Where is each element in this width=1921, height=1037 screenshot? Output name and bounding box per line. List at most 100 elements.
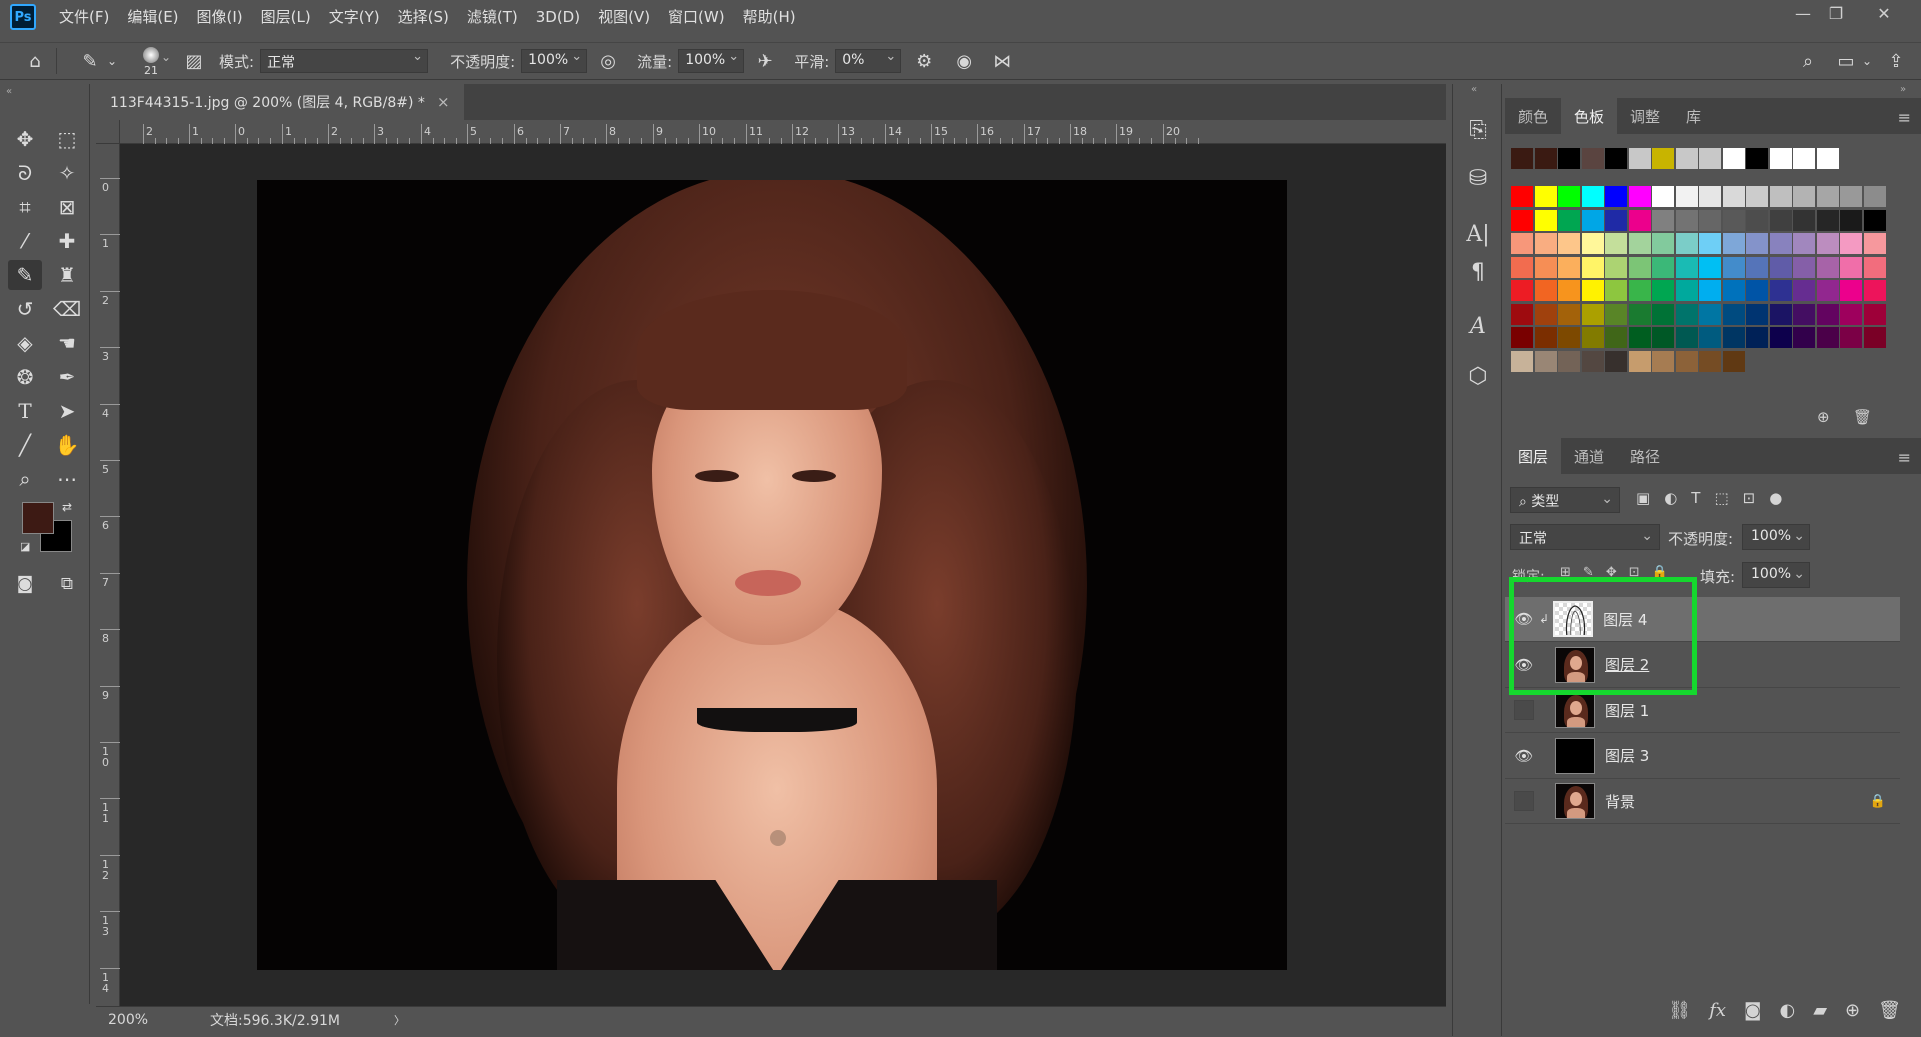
menu-item[interactable]: 窗口(W)	[659, 0, 734, 34]
brush-preset-icon[interactable]: ✎	[75, 46, 105, 76]
more-tools-icon[interactable]: ⋯	[50, 464, 84, 494]
search-icon[interactable]: ⌕	[1793, 46, 1823, 76]
default-colors-icon[interactable]: ◪	[20, 540, 30, 553]
adjustment-filter-icon[interactable]: ◐	[1664, 489, 1677, 507]
color-swatch[interactable]	[1605, 280, 1627, 301]
blend-mode-select[interactable]: 正常 ⌄	[1510, 524, 1660, 550]
color-swatch[interactable]	[1699, 233, 1721, 254]
delete-layer-icon[interactable]: 🗑	[1878, 1000, 1901, 1021]
color-swatch[interactable]	[1863, 233, 1886, 254]
history-panel-icon[interactable]: ⎘	[1461, 114, 1495, 146]
glyphs-panel-icon[interactable]: A	[1461, 310, 1495, 342]
visibility-off-icon[interactable]	[1514, 791, 1534, 811]
pen-tool-icon[interactable]: ✒	[50, 362, 84, 392]
color-swatch[interactable]	[1605, 186, 1627, 207]
recent-swatch[interactable]	[1652, 148, 1674, 169]
color-swatch[interactable]	[1816, 256, 1839, 278]
tab-swatches_panel-1[interactable]: 色板	[1561, 98, 1618, 134]
document-image[interactable]	[257, 180, 1287, 970]
color-swatch[interactable]	[1628, 209, 1651, 231]
crop-tool-icon[interactable]: ⌗	[8, 192, 42, 222]
visibility-off-icon[interactable]	[1514, 700, 1534, 720]
color-swatch[interactable]	[1628, 280, 1651, 301]
color-swatch[interactable]	[1699, 327, 1721, 348]
color-swatch[interactable]	[1628, 350, 1651, 372]
color-swatch[interactable]	[1558, 256, 1580, 278]
color-swatch[interactable]	[1746, 280, 1768, 301]
color-swatch[interactable]	[1628, 233, 1651, 254]
menu-item[interactable]: 文字(Y)	[320, 0, 389, 34]
tab-swatches_panel-2[interactable]: 调整	[1617, 98, 1673, 134]
color-swatch[interactable]	[1840, 209, 1862, 231]
color-swatch[interactable]	[1628, 186, 1651, 207]
recent-swatch[interactable]	[1793, 148, 1815, 169]
new-layer-icon[interactable]: ⊕	[1845, 1000, 1860, 1021]
pressure-size-icon[interactable]: ◉	[949, 46, 979, 76]
color-swatch[interactable]	[1581, 350, 1604, 372]
link-layers-icon[interactable]: ⛓	[1668, 1000, 1691, 1021]
tab-layers_panel-0[interactable]: 图层	[1505, 438, 1562, 474]
hand-tool-icon[interactable]: ✋	[50, 430, 84, 460]
zoom-tool-icon[interactable]: ⌕	[8, 464, 42, 494]
color-swatch[interactable]	[1722, 303, 1745, 325]
recent-swatch[interactable]	[1816, 148, 1839, 169]
expand-icon[interactable]: »	[1900, 84, 1906, 95]
recent-swatch[interactable]	[1699, 148, 1721, 169]
pressure-opacity-icon[interactable]: ◎	[593, 46, 623, 76]
chevron-down-icon[interactable]: ⌄	[105, 46, 119, 76]
color-swatch[interactable]	[1863, 280, 1886, 301]
color-swatch[interactable]	[1605, 209, 1627, 231]
color-swatch[interactable]	[1558, 327, 1580, 348]
color-swatch[interactable]	[1652, 233, 1674, 254]
delete-swatch-icon[interactable]: 🗑	[1853, 408, 1872, 426]
color-swatch[interactable]	[1581, 233, 1604, 254]
move-tool-icon[interactable]: ✥	[8, 124, 42, 154]
type-tool-icon[interactable]: T	[8, 396, 42, 426]
recent-swatch[interactable]	[1675, 148, 1698, 169]
color-swatch[interactable]	[1699, 186, 1721, 207]
color-swatch[interactable]	[1581, 256, 1604, 278]
color-swatch[interactable]	[1652, 209, 1674, 231]
close-document-icon[interactable]: ×	[437, 93, 450, 111]
color-swatch[interactable]	[1722, 209, 1745, 231]
color-swatch[interactable]	[1581, 280, 1604, 301]
color-swatch[interactable]	[1769, 256, 1792, 278]
quick-mask-icon[interactable]: ◙	[8, 569, 42, 599]
color-swatch[interactable]	[1652, 327, 1674, 348]
paint-bucket-tool-icon[interactable]: ◈	[8, 328, 42, 358]
healing-brush-tool-icon[interactable]: ✚	[50, 226, 84, 256]
color-swatch[interactable]	[1558, 209, 1580, 231]
color-swatch[interactable]	[1675, 327, 1698, 348]
panel-menu-icon[interactable]: ≡	[1898, 448, 1911, 467]
new-group-icon[interactable]: ▰	[1813, 1000, 1827, 1021]
color-swatch[interactable]	[1558, 280, 1580, 301]
color-swatch[interactable]	[1722, 186, 1745, 207]
color-swatch[interactable]	[1675, 186, 1698, 207]
color-swatch[interactable]	[1840, 280, 1862, 301]
color-swatch[interactable]	[1534, 280, 1557, 301]
color-swatch[interactable]	[1793, 303, 1815, 325]
lock-icon[interactable]: 🔒	[1870, 794, 1886, 809]
layer-filter-select[interactable]: ⌕ 类型 ⌄	[1510, 487, 1620, 513]
color-swatch[interactable]	[1581, 303, 1604, 325]
brush-settings-toggle-icon[interactable]: ▨	[179, 46, 209, 76]
3d-panel-icon[interactable]: ⬡	[1461, 360, 1495, 392]
eyedropper-tool-icon[interactable]: ⁄	[8, 226, 42, 256]
color-swatch[interactable]	[1534, 303, 1557, 325]
color-swatch[interactable]	[1534, 233, 1557, 254]
add-mask-icon[interactable]: ◙	[1744, 1000, 1761, 1021]
menu-item[interactable]: 帮助(H)	[734, 0, 805, 34]
color-swatch[interactable]	[1558, 186, 1580, 207]
color-swatch[interactable]	[1746, 209, 1768, 231]
layer-name[interactable]: 背景	[1605, 791, 1635, 812]
recent-swatch[interactable]	[1605, 148, 1627, 169]
panel-menu-icon[interactable]: ≡	[1898, 108, 1911, 127]
home-icon[interactable]: ⌂	[20, 46, 50, 76]
flow-input[interactable]: 100%	[678, 49, 745, 73]
color-swatch[interactable]	[1793, 209, 1815, 231]
sponge-tool-icon[interactable]: ❂	[8, 362, 42, 392]
restore-button[interactable]: ❐	[1816, 0, 1856, 28]
filter-toggle-icon[interactable]: ●	[1769, 489, 1782, 507]
menu-item[interactable]: 文件(F)	[50, 0, 118, 34]
tab-layers_panel-2[interactable]: 路径	[1617, 438, 1673, 474]
